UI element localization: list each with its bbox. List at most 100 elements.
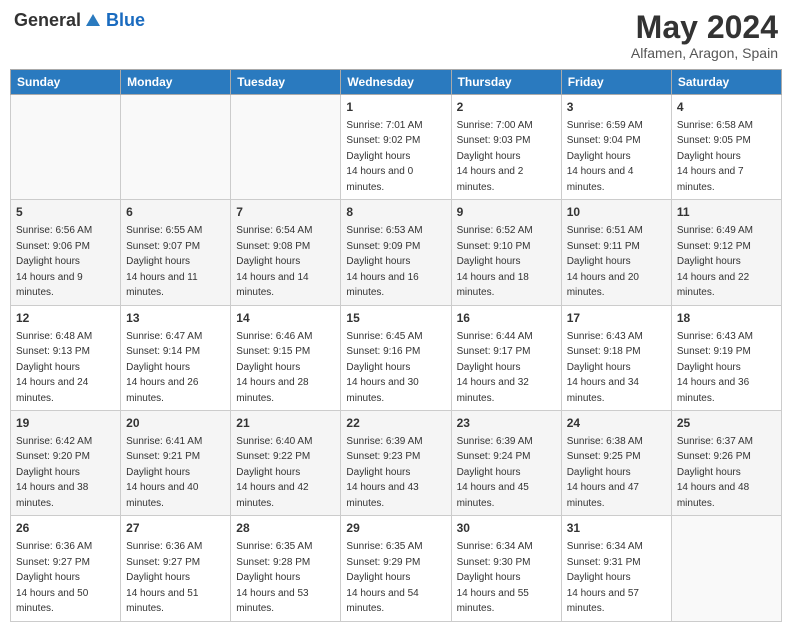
cell-text: Sunrise: 6:44 AMSunset: 9:17 PMDaylight … — [457, 331, 533, 404]
day-number: 3 — [567, 99, 666, 116]
calendar-cell: 7 Sunrise: 6:54 AMSunset: 9:08 PMDaylight… — [231, 200, 341, 305]
weekday-header-sunday: Sunday — [11, 70, 121, 95]
cell-text: Sunrise: 6:47 AMSunset: 9:14 PMDaylight … — [126, 331, 202, 404]
calendar-cell: 15 Sunrise: 6:45 AMSunset: 9:16 PMDayligh… — [341, 305, 451, 410]
calendar-cell: 27 Sunrise: 6:36 AMSunset: 9:27 PMDayligh… — [121, 516, 231, 621]
cell-text: Sunrise: 7:01 AMSunset: 9:02 PMDaylight … — [346, 120, 422, 193]
cell-text: Sunrise: 6:46 AMSunset: 9:15 PMDaylight … — [236, 331, 312, 404]
day-number: 27 — [126, 520, 225, 537]
weekday-header-saturday: Saturday — [671, 70, 781, 95]
logo: General Blue — [14, 10, 145, 31]
day-number: 19 — [16, 415, 115, 432]
cell-text: Sunrise: 6:39 AMSunset: 9:23 PMDaylight … — [346, 436, 422, 509]
cell-text: Sunrise: 6:37 AMSunset: 9:26 PMDaylight … — [677, 436, 753, 509]
calendar-cell: 26Sunrise: 6:36 AMSunset: 9:27 PMDayligh… — [11, 516, 121, 621]
day-number: 7 — [236, 204, 335, 221]
calendar-body: 1 Sunrise: 7:01 AMSunset: 9:02 PMDaylight… — [11, 95, 782, 621]
day-number: 4 — [677, 99, 776, 116]
calendar-cell: 17Sunrise: 6:43 AMSunset: 9:18 PMDayligh… — [561, 305, 671, 410]
calendar-cell: 21Sunrise: 6:40 AMSunset: 9:22 PMDayligh… — [231, 411, 341, 516]
day-number: 1 — [346, 99, 445, 116]
day-number: 11 — [677, 204, 776, 221]
calendar-cell: 14 Sunrise: 6:46 AMSunset: 9:15 PMDayligh… — [231, 305, 341, 410]
day-number: 5 — [16, 204, 115, 221]
calendar-cell: 25 Sunrise: 6:37 AMSunset: 9:26 PMDayligh… — [671, 411, 781, 516]
cell-text: Sunrise: 6:51 AMSunset: 9:11 PMDaylight … — [567, 225, 643, 298]
calendar-cell: 11 Sunrise: 6:49 AMSunset: 9:12 PMDayligh… — [671, 200, 781, 305]
cell-text: Sunrise: 6:35 AMSunset: 9:28 PMDaylight … — [236, 541, 312, 614]
cell-text: Sunrise: 6:42 AMSunset: 9:20 PMDaylight … — [16, 436, 92, 509]
weekday-header-wednesday: Wednesday — [341, 70, 451, 95]
page-header: General Blue May 2024 Alfamen, Aragon, S… — [10, 10, 782, 61]
day-number: 14 — [236, 310, 335, 327]
day-number: 13 — [126, 310, 225, 327]
day-number: 25 — [677, 415, 776, 432]
day-number: 20 — [126, 415, 225, 432]
cell-text: Sunrise: 6:35 AMSunset: 9:29 PMDaylight … — [346, 541, 422, 614]
calendar-cell: 24Sunrise: 6:38 AMSunset: 9:25 PMDayligh… — [561, 411, 671, 516]
cell-text: Sunrise: 6:36 AMSunset: 9:27 PMDaylight … — [126, 541, 202, 614]
day-number: 23 — [457, 415, 556, 432]
calendar-cell: 6 Sunrise: 6:55 AMSunset: 9:07 PMDaylight… — [121, 200, 231, 305]
calendar-cell: 1 Sunrise: 7:01 AMSunset: 9:02 PMDaylight… — [341, 95, 451, 200]
cell-text: Sunrise: 6:34 AMSunset: 9:31 PMDaylight … — [567, 541, 643, 614]
cell-text: Sunrise: 6:54 AMSunset: 9:08 PMDaylight … — [236, 225, 312, 298]
calendar-cell: 28Sunrise: 6:35 AMSunset: 9:28 PMDayligh… — [231, 516, 341, 621]
cell-text: Sunrise: 6:43 AMSunset: 9:19 PMDaylight … — [677, 331, 753, 404]
cell-text: Sunrise: 6:48 AMSunset: 9:13 PMDaylight … — [16, 331, 92, 404]
day-number: 17 — [567, 310, 666, 327]
day-number: 8 — [346, 204, 445, 221]
cell-text: Sunrise: 6:45 AMSunset: 9:16 PMDaylight … — [346, 331, 422, 404]
calendar-cell: 3 Sunrise: 6:59 AMSunset: 9:04 PMDaylight… — [561, 95, 671, 200]
day-number: 22 — [346, 415, 445, 432]
calendar-cell — [121, 95, 231, 200]
day-number: 10 — [567, 204, 666, 221]
calendar-cell: 10 Sunrise: 6:51 AMSunset: 9:11 PMDayligh… — [561, 200, 671, 305]
cell-text: Sunrise: 6:56 AMSunset: 9:06 PMDaylight … — [16, 225, 92, 298]
calendar-week-row: 1 Sunrise: 7:01 AMSunset: 9:02 PMDaylight… — [11, 95, 782, 200]
day-number: 2 — [457, 99, 556, 116]
calendar-cell — [11, 95, 121, 200]
day-number: 15 — [346, 310, 445, 327]
location-title: Alfamen, Aragon, Spain — [631, 45, 778, 61]
calendar-header-row: SundayMondayTuesdayWednesdayThursdayFrid… — [11, 70, 782, 95]
calendar-cell: 23 Sunrise: 6:39 AMSunset: 9:24 PMDayligh… — [451, 411, 561, 516]
cell-text: Sunrise: 6:55 AMSunset: 9:07 PMDaylight … — [126, 225, 202, 298]
calendar-cell: 22 Sunrise: 6:39 AMSunset: 9:23 PMDayligh… — [341, 411, 451, 516]
calendar-cell: 13 Sunrise: 6:47 AMSunset: 9:14 PMDayligh… — [121, 305, 231, 410]
calendar-cell: 19 Sunrise: 6:42 AMSunset: 9:20 PMDayligh… — [11, 411, 121, 516]
calendar-table: SundayMondayTuesdayWednesdayThursdayFrid… — [10, 69, 782, 621]
weekday-header-thursday: Thursday — [451, 70, 561, 95]
calendar-week-row: 5 Sunrise: 6:56 AMSunset: 9:06 PMDaylight… — [11, 200, 782, 305]
title-block: May 2024 Alfamen, Aragon, Spain — [631, 10, 778, 61]
day-number: 29 — [346, 520, 445, 537]
cell-text: Sunrise: 6:59 AMSunset: 9:04 PMDaylight … — [567, 120, 643, 193]
weekday-header-tuesday: Tuesday — [231, 70, 341, 95]
calendar-cell: 30 Sunrise: 6:34 AMSunset: 9:30 PMDayligh… — [451, 516, 561, 621]
cell-text: Sunrise: 6:39 AMSunset: 9:24 PMDaylight … — [457, 436, 533, 509]
calendar-cell — [671, 516, 781, 621]
day-number: 26 — [16, 520, 115, 537]
day-number: 30 — [457, 520, 556, 537]
cell-text: Sunrise: 6:34 AMSunset: 9:30 PMDaylight … — [457, 541, 533, 614]
day-number: 9 — [457, 204, 556, 221]
cell-text: Sunrise: 6:58 AMSunset: 9:05 PMDaylight … — [677, 120, 753, 193]
calendar-cell: 29 Sunrise: 6:35 AMSunset: 9:29 PMDayligh… — [341, 516, 451, 621]
calendar-week-row: 12 Sunrise: 6:48 AMSunset: 9:13 PMDayligh… — [11, 305, 782, 410]
calendar-cell: 4 Sunrise: 6:58 AMSunset: 9:05 PMDaylight… — [671, 95, 781, 200]
cell-text: Sunrise: 7:00 AMSunset: 9:03 PMDaylight … — [457, 120, 533, 193]
day-number: 12 — [16, 310, 115, 327]
cell-text: Sunrise: 6:49 AMSunset: 9:12 PMDaylight … — [677, 225, 753, 298]
logo-general: General — [14, 10, 81, 31]
calendar-cell: 12 Sunrise: 6:48 AMSunset: 9:13 PMDayligh… — [11, 305, 121, 410]
calendar-cell: 16 Sunrise: 6:44 AMSunset: 9:17 PMDayligh… — [451, 305, 561, 410]
weekday-header-friday: Friday — [561, 70, 671, 95]
day-number: 6 — [126, 204, 225, 221]
calendar-cell — [231, 95, 341, 200]
cell-text: Sunrise: 6:52 AMSunset: 9:10 PMDaylight … — [457, 225, 533, 298]
logo-icon — [84, 12, 102, 30]
month-title: May 2024 — [631, 10, 778, 45]
calendar-week-row: 19 Sunrise: 6:42 AMSunset: 9:20 PMDayligh… — [11, 411, 782, 516]
calendar-cell: 5 Sunrise: 6:56 AMSunset: 9:06 PMDaylight… — [11, 200, 121, 305]
day-number: 16 — [457, 310, 556, 327]
